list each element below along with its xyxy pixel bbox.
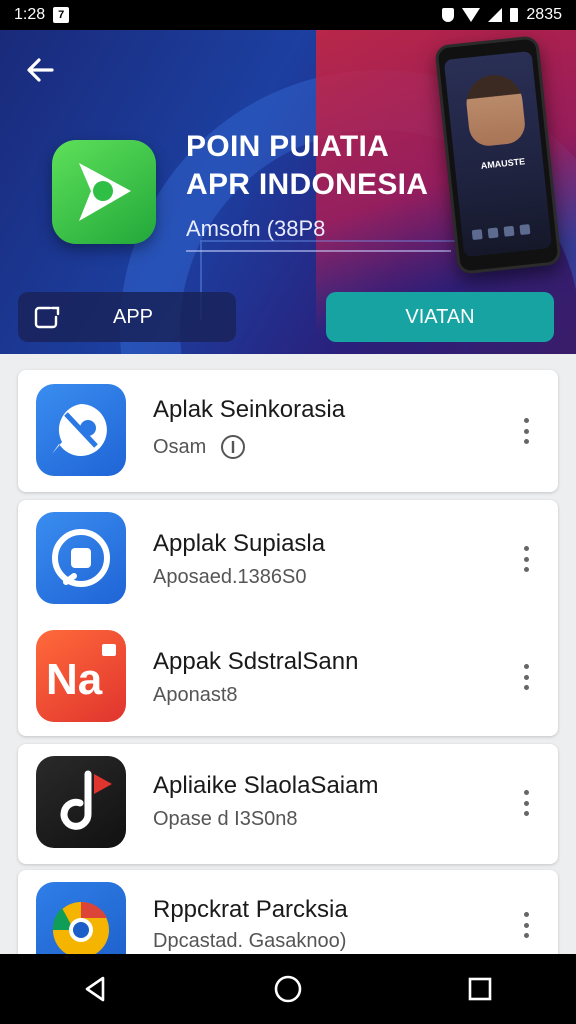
headset-chat-icon xyxy=(52,529,110,587)
list-item[interactable]: Na Appak SdstralSann Aponast8 xyxy=(18,624,558,734)
media-logo-icon: Na xyxy=(46,644,116,704)
app-title: Apliaike SlaolaSaiam xyxy=(153,772,379,799)
app-button[interactable]: APP xyxy=(18,292,236,342)
overflow-menu-icon[interactable] xyxy=(522,664,530,690)
app-title: Aplak Seinkorasia xyxy=(153,396,346,423)
app-meta: Opase d I3S0n8 xyxy=(153,808,298,830)
square-recents-icon xyxy=(468,977,492,1001)
overflow-menu-icon[interactable] xyxy=(522,912,530,938)
hero-title-line-1: POIN PUIATIA xyxy=(186,130,390,163)
list-item[interactable]: Applak Supiasla Aposaed.1386S0 xyxy=(18,506,558,616)
nav-back-button[interactable] xyxy=(76,969,116,1009)
open-external-icon xyxy=(34,306,60,329)
hero-title: POIN PUIATIA APR INDONESIA xyxy=(186,128,428,204)
hero-divider xyxy=(186,250,451,252)
hero-title-line-2: APR INDONESIA xyxy=(186,168,429,201)
app-title: Applak Supiasla xyxy=(153,530,326,557)
music-note-icon xyxy=(60,770,112,830)
overflow-menu-icon[interactable] xyxy=(522,418,530,444)
app-title: Rppckrat Parcksia xyxy=(153,896,348,923)
nav-recents-button[interactable] xyxy=(460,969,500,1009)
notification-badge: 7 xyxy=(53,7,70,23)
svg-text:Na: Na xyxy=(46,655,103,704)
list-item[interactable]: Aplak Seinkorasia Osam xyxy=(18,376,558,486)
phone-app-icons xyxy=(471,224,531,241)
app-card: Aplak Seinkorasia Osam xyxy=(18,370,558,492)
app-title: Appak SdstralSann xyxy=(153,648,359,675)
shield-icon xyxy=(442,8,455,22)
nav-home-button[interactable] xyxy=(268,969,308,1009)
system-nav-bar xyxy=(0,954,576,1024)
arrow-left-icon xyxy=(27,58,54,82)
app-meta: Aposaed.1386S0 xyxy=(153,566,307,588)
overflow-menu-icon[interactable] xyxy=(522,790,530,816)
wifi-icon xyxy=(462,8,481,22)
chat-bubble-icon xyxy=(52,404,107,456)
app-list: Aplak Seinkorasia Osam Applak Supiasla A… xyxy=(0,354,576,980)
app-card: Apliaike SlaolaSaiam Opase d I3S0n8 xyxy=(18,744,558,864)
app-meta: Osam xyxy=(153,434,246,460)
app-icon: Na xyxy=(36,630,126,722)
clock: 1:28 xyxy=(14,6,46,23)
back-button[interactable] xyxy=(22,52,58,88)
hero-subtitle: Amsofn (38P8 xyxy=(186,216,326,241)
phone-caption: AMAUSTE xyxy=(480,156,526,171)
circle-home-icon xyxy=(274,975,302,1003)
app-meta-text: Osam xyxy=(153,435,207,458)
person-image xyxy=(463,72,527,148)
triangle-back-icon xyxy=(85,976,105,1002)
play-logo-icon xyxy=(79,163,131,221)
app-icon xyxy=(36,384,126,476)
app-meta: Dpcastad. Gasaknoo) xyxy=(153,930,347,952)
app-card: Applak Supiasla Aposaed.1386S0 Na Appak … xyxy=(18,500,558,736)
battery-icon xyxy=(510,8,519,22)
app-logo xyxy=(52,140,156,244)
app-icon xyxy=(36,756,126,848)
list-item[interactable]: Apliaike SlaolaSaiam Opase d I3S0n8 xyxy=(18,750,558,860)
battery-text: 2835 xyxy=(526,6,562,23)
status-bar: 1:28 7 2835 xyxy=(0,0,576,30)
overflow-menu-icon[interactable] xyxy=(522,546,530,572)
viatan-button[interactable]: VIATAN xyxy=(326,292,554,342)
app-icon xyxy=(36,512,126,604)
signal-icon xyxy=(488,8,503,22)
phone-screen: AMAUSTE xyxy=(443,50,553,258)
app-meta: Aponast8 xyxy=(153,684,238,706)
hero-banner: POIN PUIATIA APR INDONESIA Amsofn (38P8 … xyxy=(0,30,576,354)
info-icon xyxy=(221,435,246,459)
